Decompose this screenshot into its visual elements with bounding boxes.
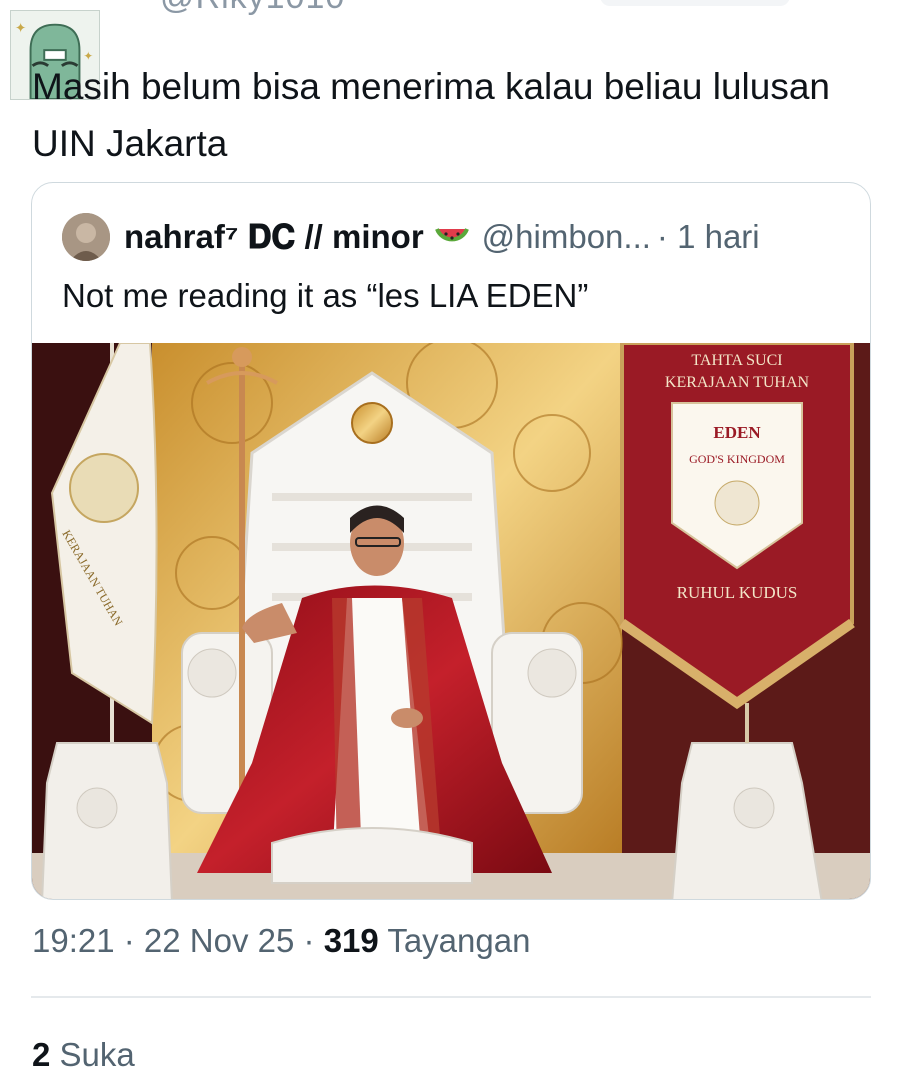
quoted-tweet-card[interactable]: nahraf⁷ 𝐃𝐂 // minor @himbon... · 1 hari …	[31, 182, 871, 900]
quoted-tweet-header: nahraf⁷ 𝐃𝐂 // minor @himbon... · 1 hari	[62, 213, 760, 261]
views-count: 319	[323, 922, 379, 959]
top-handle-partial: @Riky1010	[160, 0, 345, 17]
svg-text:✦: ✦	[15, 21, 26, 36]
quoted-media-image[interactable]: KERAJAAN TUHAN TAHTA SUCI KERAJAAN TUHAN…	[32, 343, 870, 899]
tweet-time[interactable]: 19:21	[32, 922, 115, 959]
likes-label: Suka	[59, 1036, 135, 1073]
svg-text:EDEN: EDEN	[713, 423, 761, 442]
likes-count: 2	[32, 1036, 51, 1073]
svg-text:RUHUL KUDUS: RUHUL KUDUS	[677, 583, 798, 602]
views-label: Tayangan	[387, 922, 531, 959]
quoted-tweet-body: Not me reading it as “les LIA EDEN”	[62, 277, 589, 314]
divider	[31, 996, 871, 998]
quoted-author-name[interactable]: nahraf⁷ 𝐃𝐂 // minor	[124, 218, 424, 257]
quoted-author-avatar[interactable]	[62, 213, 110, 261]
quoted-timestamp[interactable]: · 1 hari	[657, 218, 760, 256]
tweet-date[interactable]: 22 Nov 25	[144, 922, 294, 959]
quoted-author-handle[interactable]: @himbon...	[482, 218, 651, 256]
top-button-partial[interactable]	[600, 0, 790, 6]
tweet-metadata: 19:21 · 22 Nov 25 · 319 Tayangan	[32, 922, 531, 959]
svg-text:TAHTA SUCI: TAHTA SUCI	[691, 352, 782, 369]
svg-text:GOD'S KINGDOM: GOD'S KINGDOM	[689, 452, 785, 466]
tweet-body: Masih belum bisa menerima kalau beliau l…	[32, 66, 830, 164]
likes-summary[interactable]: 2 Suka	[32, 1036, 135, 1074]
svg-text:KERAJAAN TUHAN: KERAJAAN TUHAN	[665, 374, 810, 391]
watermelon-icon	[434, 228, 469, 242]
